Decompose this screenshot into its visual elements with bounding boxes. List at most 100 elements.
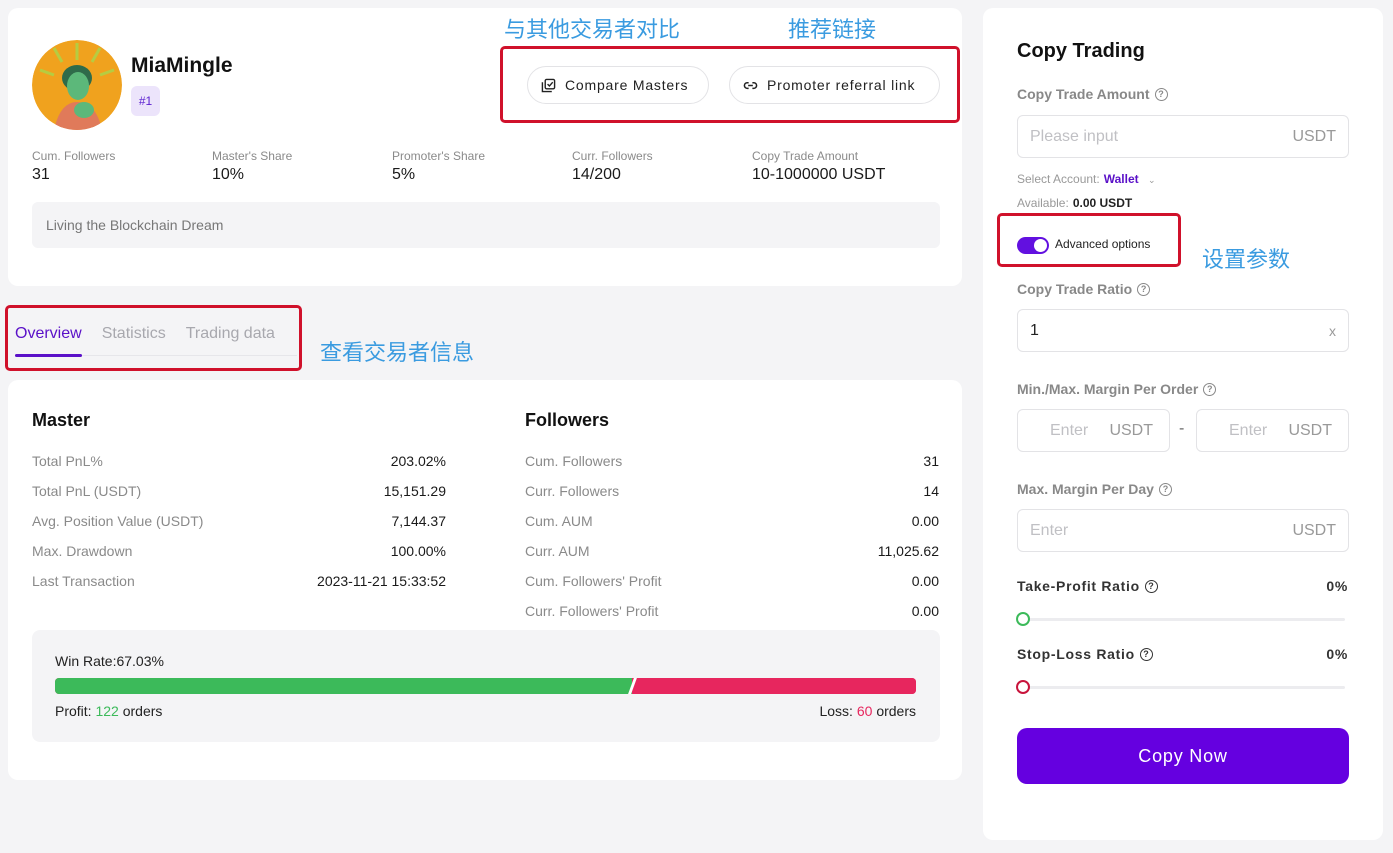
available-label: Available:	[1017, 196, 1069, 210]
row-value: 2023-11-21 15:33:52	[317, 573, 446, 589]
master-row: Total PnL (USDT) 15,151.29	[32, 476, 446, 506]
loss-count: 60	[856, 703, 873, 719]
stat-label: Cum. Followers	[32, 149, 116, 163]
stat-value: 5%	[392, 166, 416, 183]
row-label: Curr. Followers' Profit	[525, 603, 659, 619]
take-profit-label: Take-Profit Ratio ?	[1017, 578, 1158, 594]
row-value: 11,025.62	[877, 543, 939, 559]
followers-row: Curr. Followers 14	[525, 476, 939, 506]
followers-row: Curr. AUM 11,025.62	[525, 536, 939, 566]
row-value: 14	[923, 483, 939, 499]
account-dropdown[interactable]: Wallet	[1104, 172, 1139, 186]
max-margin-input[interactable]: Enter USDT	[1196, 409, 1349, 452]
master-row: Last Transaction 2023-11-21 15:33:52	[32, 566, 446, 596]
range-dash: -	[1179, 420, 1185, 437]
win-rate-panel: Win Rate:67.03% Profit: 122 orders Loss:…	[32, 630, 940, 742]
annotation-advanced: 设置参数	[1202, 248, 1291, 273]
help-icon[interactable]: ?	[1154, 87, 1168, 101]
copy-now-button[interactable]: Copy Now	[1017, 728, 1349, 784]
row-value: 31	[923, 453, 939, 469]
followers-section-title: Followers	[525, 410, 610, 430]
loss-label: Loss:	[819, 703, 853, 719]
trader-name: MiaMingle	[131, 54, 233, 77]
row-label: Max. Drawdown	[32, 543, 133, 559]
copy-trading-panel: Copy Trading Copy Trade Amount ? Please …	[983, 8, 1383, 840]
copy-trading-title: Copy Trading	[1017, 40, 1145, 62]
row-label: Cum. Followers	[525, 453, 623, 469]
margin-per-day-label: Max. Margin Per Day ?	[1017, 481, 1172, 497]
stat-curr-followers: Curr. Followers 14/200	[572, 149, 752, 184]
help-icon[interactable]: ?	[1144, 579, 1158, 593]
row-value: 100.00%	[390, 543, 446, 559]
copy-trade-ratio-input[interactable]: 1 x	[1017, 309, 1349, 352]
help-icon[interactable]: ?	[1158, 482, 1172, 496]
annotation-referral: 推荐链接	[788, 18, 877, 43]
followers-row: Cum. AUM 0.00	[525, 506, 939, 536]
row-label: Total PnL%	[32, 453, 103, 469]
take-profit-slider-handle[interactable]	[1016, 612, 1030, 626]
input-placeholder: Enter	[1050, 421, 1089, 439]
help-icon[interactable]: ?	[1139, 647, 1153, 661]
stat-label: Promoter's Share	[392, 149, 485, 163]
profit-count: 122	[95, 703, 119, 719]
max-margin-per-day-input[interactable]: Enter USDT	[1017, 509, 1349, 552]
followers-row: Curr. Followers' Profit 0.00	[525, 596, 939, 626]
select-account-label: Select Account:	[1017, 172, 1100, 186]
stop-loss-label: Stop-Loss Ratio ?	[1017, 646, 1153, 662]
input-value: 1	[1030, 321, 1039, 339]
stat-label: Copy Trade Amount	[752, 149, 859, 163]
take-profit-value: 0%	[1326, 578, 1348, 594]
annotation-compare: 与其他交易者对比	[504, 18, 681, 43]
profit-label: Profit:	[55, 703, 92, 719]
master-stats-list: Total PnL% 203.02% Total PnL (USDT) 15,151…	[32, 446, 446, 596]
stop-loss-slider[interactable]	[1016, 680, 1345, 694]
take-profit-slider[interactable]	[1016, 612, 1345, 626]
label-text: Min./Max. Margin Per Order	[1017, 381, 1199, 397]
trader-bio: Living the Blockchain Dream	[32, 202, 940, 248]
help-icon[interactable]: ?	[1203, 382, 1217, 396]
master-row: Max. Drawdown 100.00%	[32, 536, 446, 566]
trader-stats: Cum. Followers 31 Master's Share 10% Promo…	[32, 149, 932, 184]
row-label: Curr. AUM	[525, 543, 590, 559]
row-label: Cum. AUM	[525, 513, 593, 529]
stat-promoter-share: Promoter's Share 5%	[392, 149, 572, 184]
profit-bar-segment	[55, 678, 632, 694]
label-text: Copy Trade Ratio	[1017, 281, 1133, 297]
orders-suffix: orders	[876, 703, 916, 719]
master-section-title: Master	[32, 410, 91, 430]
loss-orders: Loss: 60 orders	[819, 703, 916, 719]
copy-trade-ratio-label: Copy Trade Ratio ?	[1017, 281, 1151, 297]
input-placeholder: Please input	[1030, 127, 1119, 145]
min-margin-input[interactable]: Enter USDT	[1017, 409, 1170, 452]
row-label: Cum. Followers' Profit	[525, 573, 662, 589]
row-value: 15,151.29	[383, 483, 446, 499]
annotation-box-buttons	[500, 46, 960, 123]
stat-label: Curr. Followers	[572, 149, 653, 163]
multiplier-suffix: x	[1329, 322, 1336, 339]
row-label: Total PnL (USDT)	[32, 483, 142, 499]
overview-card: Master Total PnL% 203.02% Total PnL (USDT…	[8, 380, 962, 780]
row-label: Avg. Position Value (USDT)	[32, 513, 204, 529]
chevron-down-icon[interactable]: ⌄	[1148, 175, 1156, 185]
input-placeholder: Enter	[1030, 521, 1069, 539]
input-placeholder: Enter	[1229, 421, 1268, 439]
label-text: Stop-Loss Ratio	[1017, 646, 1135, 662]
row-label: Curr. Followers	[525, 483, 620, 499]
row-value: 203.02%	[390, 453, 446, 469]
followers-stats-list: Cum. Followers 31 Curr. Followers 14 Cum. …	[525, 446, 939, 626]
unit-label: USDT	[1109, 421, 1153, 439]
stat-value: 10%	[212, 166, 245, 183]
loss-bar-segment	[632, 678, 916, 694]
copy-trade-amount-input[interactable]: Please input USDT	[1017, 115, 1349, 158]
stat-value: 31	[32, 166, 50, 183]
stop-loss-slider-handle[interactable]	[1016, 680, 1030, 694]
master-row: Avg. Position Value (USDT) 7,144.37	[32, 506, 446, 536]
unit-label: USDT	[1288, 421, 1332, 439]
stat-label: Master's Share	[212, 149, 293, 163]
orders-suffix: orders	[122, 703, 163, 719]
stop-loss-value: 0%	[1326, 646, 1348, 662]
followers-row: Cum. Followers 31	[525, 446, 939, 476]
help-icon[interactable]: ?	[1137, 282, 1151, 296]
select-account: Select Account: Wallet ⌄	[1017, 172, 1156, 186]
stat-cum-followers: Cum. Followers 31	[32, 149, 212, 184]
